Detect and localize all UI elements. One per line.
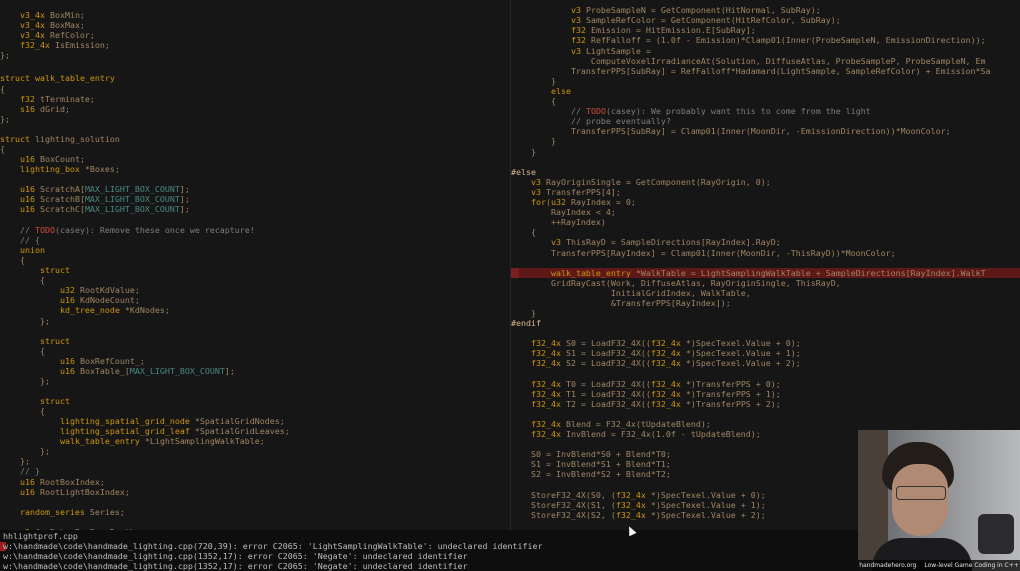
code-line[interactable]: u16 ScratchB[MAX_LIGHT_BOX_COUNT]; bbox=[0, 194, 508, 204]
highlighted-code-line[interactable]: walk_table_entry *WalkTable = LightSampl… bbox=[511, 268, 1020, 278]
code-line[interactable]: v3_4x BoxMin; bbox=[0, 10, 508, 20]
code-line[interactable]: } bbox=[511, 147, 1020, 157]
code-line[interactable]: v3_4x BoxMax; bbox=[0, 20, 508, 30]
code-line[interactable]: }; bbox=[0, 50, 508, 60]
code-line[interactable]: #endif bbox=[511, 318, 1020, 328]
compile-file-name: hhlightprof.cpp bbox=[3, 531, 78, 541]
code-line[interactable]: InitialGridIndex, WalkTable, bbox=[511, 288, 1020, 298]
code-line[interactable]: lighting_spatial_grid_leaf *SpatialGridL… bbox=[0, 426, 508, 436]
caption-title: Low-level Game Coding in C++ bbox=[924, 562, 1019, 569]
code-line[interactable]: u16 BoxRefCount_; bbox=[0, 356, 508, 366]
code-line[interactable]: }; bbox=[0, 316, 508, 326]
code-line[interactable]: u16 ScratchA[MAX_LIGHT_BOX_COUNT]; bbox=[0, 184, 508, 194]
code-line[interactable]: f32_4x IsEmission; bbox=[0, 40, 508, 50]
code-line[interactable]: TransferPPS[SubRay] = Clamp01(Inner(Moon… bbox=[511, 126, 1020, 136]
code-line[interactable]: }; bbox=[0, 376, 508, 386]
code-line[interactable]: v3 SampleRefColor = GetComponent(HitRefC… bbox=[511, 15, 1020, 25]
code-line[interactable]: f32_4x T2 = LoadF32_4X((f32_4x *)Transfe… bbox=[511, 399, 1020, 409]
code-line[interactable]: f32 tTerminate; bbox=[0, 94, 508, 104]
code-line[interactable]: f32_4x T1 = LoadF32_4X((f32_4x *)Transfe… bbox=[511, 389, 1020, 399]
code-line[interactable]: ++RayIndex) bbox=[511, 217, 1020, 227]
code-line[interactable]: { bbox=[0, 346, 508, 356]
compile-error-line[interactable]: w:\handmade\code\handmade_lighting.cpp(7… bbox=[3, 541, 542, 551]
code-line[interactable]: for(u32 RayIndex = 0; bbox=[511, 197, 1020, 207]
code-line[interactable]: &TransferPPS[RayIndex]); bbox=[511, 298, 1020, 308]
caption-site: handmadehero.org bbox=[859, 562, 917, 569]
line-marker bbox=[511, 268, 519, 278]
presenter-glasses bbox=[896, 486, 946, 500]
code-line[interactable]: f32_4x S1 = LoadF32_4X((f32_4x *)SpecTex… bbox=[511, 348, 1020, 358]
code-line[interactable]: // TODO(casey): Remove these once we rec… bbox=[0, 225, 508, 235]
code-line[interactable]: kd_tree_node *KdNodes; bbox=[0, 305, 508, 315]
code-line[interactable]: { bbox=[0, 406, 508, 416]
code-line[interactable]: struct walk_table_entry bbox=[0, 73, 508, 83]
code-line[interactable]: u16 BoxCount; bbox=[0, 154, 508, 164]
code-line[interactable]: // probe eventually? bbox=[511, 116, 1020, 126]
compile-error-line[interactable]: w:\handmade\code\handmade_lighting.cpp(1… bbox=[3, 551, 468, 561]
code-line[interactable]: v3_4x RefColor; bbox=[0, 30, 508, 40]
code-line[interactable]: lighting_spatial_grid_node *SpatialGridN… bbox=[0, 416, 508, 426]
code-line[interactable]: s16 dGrid; bbox=[0, 104, 508, 114]
code-line[interactable]: struct bbox=[0, 336, 508, 346]
code-line[interactable]: u16 RootBoxIndex; bbox=[0, 477, 508, 487]
code-line[interactable]: v3 ThisRayD = SampleDirections[RayIndex]… bbox=[511, 237, 1020, 247]
code-line[interactable]: lighting_box *Boxes; bbox=[0, 164, 508, 174]
stream-caption: handmadehero.org Low-level Game Coding i… bbox=[858, 560, 1020, 571]
code-line[interactable]: union bbox=[0, 245, 508, 255]
code-line[interactable]: f32_4x Blend = F32_4x(tUpdateBlend); bbox=[511, 419, 1020, 429]
left-editor-pane[interactable]: v3_4x BoxMin; v3_4x BoxMax; v3_4x RefCol… bbox=[0, 0, 508, 530]
code-line[interactable]: ComputeVoxelIrradianceAt(Solution, Diffu… bbox=[511, 56, 1020, 66]
code-line[interactable]: walk_table_entry *LightSamplingWalkTable… bbox=[0, 436, 508, 446]
code-line[interactable]: TransferPPS[RayIndex] = Clamp01(Inner(Mo… bbox=[511, 248, 1020, 258]
code-line[interactable]: struct lighting_solution bbox=[0, 134, 508, 144]
code-line[interactable]: u16 ScratchC[MAX_LIGHT_BOX_COUNT]; bbox=[0, 204, 508, 214]
code-line[interactable]: v3 RayOriginSingle = GetComponent(RayOri… bbox=[511, 177, 1020, 187]
code-line[interactable]: } bbox=[511, 76, 1020, 86]
code-line[interactable]: struct bbox=[0, 396, 508, 406]
compile-error-line[interactable]: w:\handmade\code\handmade_lighting.cpp(1… bbox=[3, 561, 468, 571]
code-line[interactable]: else bbox=[511, 86, 1020, 96]
code-line[interactable]: u32 RootKdValue; bbox=[0, 285, 508, 295]
code-line[interactable]: { bbox=[0, 255, 508, 265]
code-line[interactable]: RayIndex < 4; bbox=[511, 207, 1020, 217]
code-line[interactable]: #else bbox=[511, 167, 1020, 177]
code-line[interactable]: f32_4x S2 = LoadF32_4X((f32_4x *)SpecTex… bbox=[511, 358, 1020, 368]
code-line[interactable]: { bbox=[0, 144, 508, 154]
code-line[interactable]: { bbox=[0, 275, 508, 285]
code-line[interactable]: u16 RootLightBoxIndex; bbox=[0, 487, 508, 497]
code-line[interactable]: } bbox=[511, 136, 1020, 146]
code-line[interactable]: f32_4x T0 = LoadF32_4X((f32_4x *)Transfe… bbox=[511, 379, 1020, 389]
microphone bbox=[978, 514, 1014, 554]
code-line[interactable]: f32 RefFalloff = (1.0f - Emission)*Clamp… bbox=[511, 35, 1020, 45]
code-line[interactable]: // TODO(casey): We probably want this to… bbox=[511, 106, 1020, 116]
code-line[interactable]: v3 LightSample = bbox=[511, 46, 1020, 56]
code-line[interactable]: }; bbox=[0, 114, 508, 124]
code-line[interactable]: f32_4x S0 = LoadF32_4X((f32_4x *)SpecTex… bbox=[511, 338, 1020, 348]
code-line[interactable]: v3 TransferPPS[4]; bbox=[511, 187, 1020, 197]
code-line[interactable]: u16 BoxTable_[MAX_LIGHT_BOX_COUNT]; bbox=[0, 366, 508, 376]
code-line[interactable]: { bbox=[511, 96, 1020, 106]
code-line[interactable]: { bbox=[0, 84, 508, 94]
code-line[interactable]: // { bbox=[0, 235, 508, 245]
code-line[interactable]: } bbox=[511, 308, 1020, 318]
code-line[interactable]: f32 Emission = HitEmission.E[SubRay]; bbox=[511, 25, 1020, 35]
code-line[interactable]: GridRayCast(Work, DiffuseAtlas, RayOrigi… bbox=[511, 278, 1020, 288]
code-line[interactable]: }; bbox=[0, 446, 508, 456]
code-line[interactable]: // } bbox=[0, 466, 508, 476]
webcam-overlay: handmadehero.org Low-level Game Coding i… bbox=[858, 430, 1020, 571]
code-line[interactable]: u16 KdNodeCount; bbox=[0, 295, 508, 305]
code-line[interactable]: v3 ProbeSampleN = GetComponent(HitNormal… bbox=[511, 5, 1020, 15]
code-line[interactable]: struct bbox=[0, 265, 508, 275]
code-line[interactable]: { bbox=[511, 227, 1020, 237]
compilation-output-panel[interactable]: hhlightprof.cpp w:\handmade\code\handmad… bbox=[0, 530, 858, 571]
presenter-face bbox=[892, 464, 948, 536]
code-line[interactable]: random_series Series; bbox=[0, 507, 508, 517]
code-line[interactable]: }; bbox=[0, 456, 508, 466]
code-line[interactable]: TransferPPS[SubRay] = RefFalloff*Hadamar… bbox=[511, 66, 1020, 76]
